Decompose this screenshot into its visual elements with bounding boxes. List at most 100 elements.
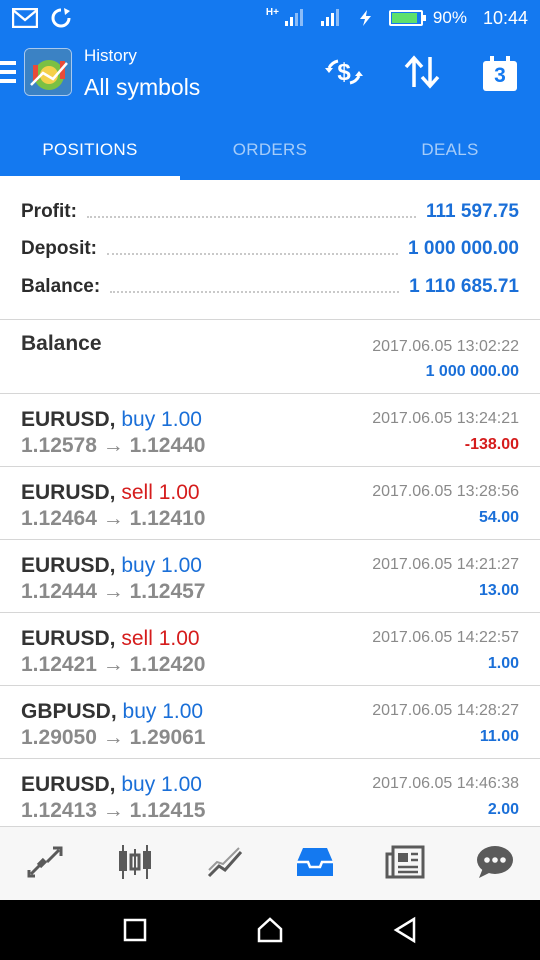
balance-row: Balance: 1 110 685.71 <box>21 270 519 304</box>
sort-button[interactable] <box>400 54 444 94</box>
list-item[interactable]: GBPUSD, buy 1.00 1.29050 → 1.29061 2017.… <box>0 686 540 759</box>
deal-time: 2017.06.05 13:24:21 <box>372 410 519 427</box>
balance-entry-label: Balance <box>21 332 102 355</box>
symbol-selector[interactable]: All symbols <box>84 71 200 103</box>
deal-title: EURUSD, sell 1.00 <box>21 481 200 505</box>
deal-profit: 11.00 <box>479 728 519 745</box>
menu-icon[interactable] <box>0 61 16 87</box>
svg-text:$: $ <box>337 59 351 86</box>
balance-label: Balance: <box>21 276 101 297</box>
deal-time: 2017.06.05 14:28:27 <box>372 702 519 719</box>
deal-title: GBPUSD, buy 1.00 <box>21 700 203 724</box>
leader-dots <box>110 291 400 293</box>
deal-profit: -138.00 <box>464 436 519 453</box>
deal-direction: buy 1.00 <box>122 700 204 723</box>
deal-time: 2017.06.05 14:22:57 <box>372 629 519 646</box>
chat-bubble-icon <box>475 844 515 885</box>
leader-dots <box>86 216 416 218</box>
account-summary: Profit: 111 597.75 Deposit: 1 000 000.00… <box>0 180 540 320</box>
screen-subtitle: History <box>84 46 137 65</box>
nav-trade[interactable] <box>180 827 270 901</box>
currency-exchange-button[interactable]: $ <box>322 54 366 94</box>
nav-news[interactable] <box>360 827 450 901</box>
deal-title: EURUSD, buy 1.00 <box>21 554 202 578</box>
date-range-button[interactable]: 3 <box>478 54 522 94</box>
deal-symbol: EURUSD, <box>21 554 116 577</box>
newspaper-icon <box>385 844 425 885</box>
gmail-icon <box>12 6 38 30</box>
leader-dots <box>107 253 399 255</box>
deal-direction: sell 1.00 <box>121 481 200 504</box>
tab-orders[interactable]: ORDERS <box>180 120 360 180</box>
signal-secondary-icon <box>317 6 343 30</box>
entry-amount: 1 000 000.00 <box>425 363 519 380</box>
deal-profit: 2.00 <box>487 801 519 818</box>
deal-prices: 1.12413 → 1.12415 <box>21 799 206 822</box>
calendar-icon: 3 <box>482 56 518 92</box>
deal-prices: 1.12421 → 1.12420 <box>21 653 206 676</box>
app-logo <box>24 48 72 96</box>
list-item[interactable]: EURUSD, sell 1.00 1.12464 → 1.12410 2017… <box>0 467 540 540</box>
status-bar: H+ 90% 10:44 <box>0 0 540 36</box>
recent-apps-icon[interactable] <box>120 915 150 945</box>
tab-positions[interactable]: POSITIONS <box>0 120 180 180</box>
history-list: Balance 2017.06.05 13:02:22 1 000 000.00… <box>0 320 540 832</box>
battery-icon <box>388 10 426 26</box>
balance-value: 1 110 685.71 <box>409 276 519 297</box>
signal-icon <box>281 6 307 30</box>
list-item[interactable]: EURUSD, buy 1.00 1.12444 → 1.12457 2017.… <box>0 540 540 613</box>
list-item[interactable]: EURUSD, sell 1.00 1.12421 → 1.12420 2017… <box>0 613 540 686</box>
nav-history[interactable] <box>270 827 360 901</box>
list-item[interactable]: EURUSD, buy 1.00 1.12413 → 1.12415 2017.… <box>0 759 540 832</box>
tab-deals[interactable]: DEALS <box>360 120 540 180</box>
deal-time: 2017.06.05 13:28:56 <box>372 483 519 500</box>
inbox-icon <box>295 844 335 885</box>
back-icon[interactable] <box>390 915 420 945</box>
deal-prices: 1.29050 → 1.29061 <box>21 726 206 749</box>
trend-chart-icon <box>205 844 245 885</box>
calendar-day: 3 <box>494 64 506 87</box>
bottom-navigation <box>0 826 540 901</box>
profit-value: 111 597.75 <box>426 201 519 222</box>
charging-icon <box>353 6 379 30</box>
deal-prices: 1.12464 → 1.12410 <box>21 507 206 530</box>
app-bar: History All symbols $ 3 <box>0 36 540 120</box>
nav-charts[interactable] <box>90 827 180 901</box>
entry-time: 2017.06.05 13:02:22 <box>372 338 519 355</box>
list-item[interactable]: EURUSD, buy 1.00 1.12578 → 1.12440 2017.… <box>0 394 540 467</box>
deal-symbol: GBPUSD, <box>21 700 117 723</box>
profit-label: Profit: <box>21 201 77 222</box>
deal-title: EURUSD, buy 1.00 <box>21 408 202 432</box>
deal-symbol: EURUSD, <box>21 408 116 431</box>
battery-percent: 90% <box>432 8 467 27</box>
profit-row: Profit: 111 597.75 <box>21 195 519 229</box>
home-icon[interactable] <box>255 915 285 945</box>
deal-time: 2017.06.05 14:21:27 <box>372 556 519 573</box>
nav-messages[interactable] <box>450 827 540 901</box>
deposit-label: Deposit: <box>21 238 97 259</box>
deal-title: EURUSD, buy 1.00 <box>21 773 202 797</box>
deal-time: 2017.06.05 14:46:38 <box>372 775 519 792</box>
system-navigation-bar <box>0 900 540 960</box>
quotes-icon <box>25 844 65 885</box>
deal-profit: 54.00 <box>478 509 519 526</box>
currency-exchange-icon: $ <box>323 56 365 93</box>
deal-profit: 13.00 <box>478 582 519 599</box>
sort-arrows-icon <box>402 54 442 94</box>
nav-quotes[interactable] <box>0 827 90 901</box>
network-type-label: H+ <box>265 6 279 18</box>
deposit-row: Deposit: 1 000 000.00 <box>21 232 519 266</box>
deposit-value: 1 000 000.00 <box>408 238 519 259</box>
deal-profit: 1.00 <box>487 655 519 672</box>
deal-direction: buy 1.00 <box>121 408 202 431</box>
deal-prices: 1.12444 → 1.12457 <box>21 580 206 603</box>
deal-direction: buy 1.00 <box>121 773 202 796</box>
deal-direction: sell 1.00 <box>121 627 200 650</box>
deal-symbol: EURUSD, <box>21 481 116 504</box>
deal-symbol: EURUSD, <box>21 627 116 650</box>
deal-prices: 1.12578 → 1.12440 <box>21 434 206 457</box>
deal-direction: buy 1.00 <box>121 554 202 577</box>
list-item-balance[interactable]: Balance 2017.06.05 13:02:22 1 000 000.00 <box>0 320 540 394</box>
deal-title: EURUSD, sell 1.00 <box>21 627 200 651</box>
clock: 10:44 <box>482 7 528 28</box>
